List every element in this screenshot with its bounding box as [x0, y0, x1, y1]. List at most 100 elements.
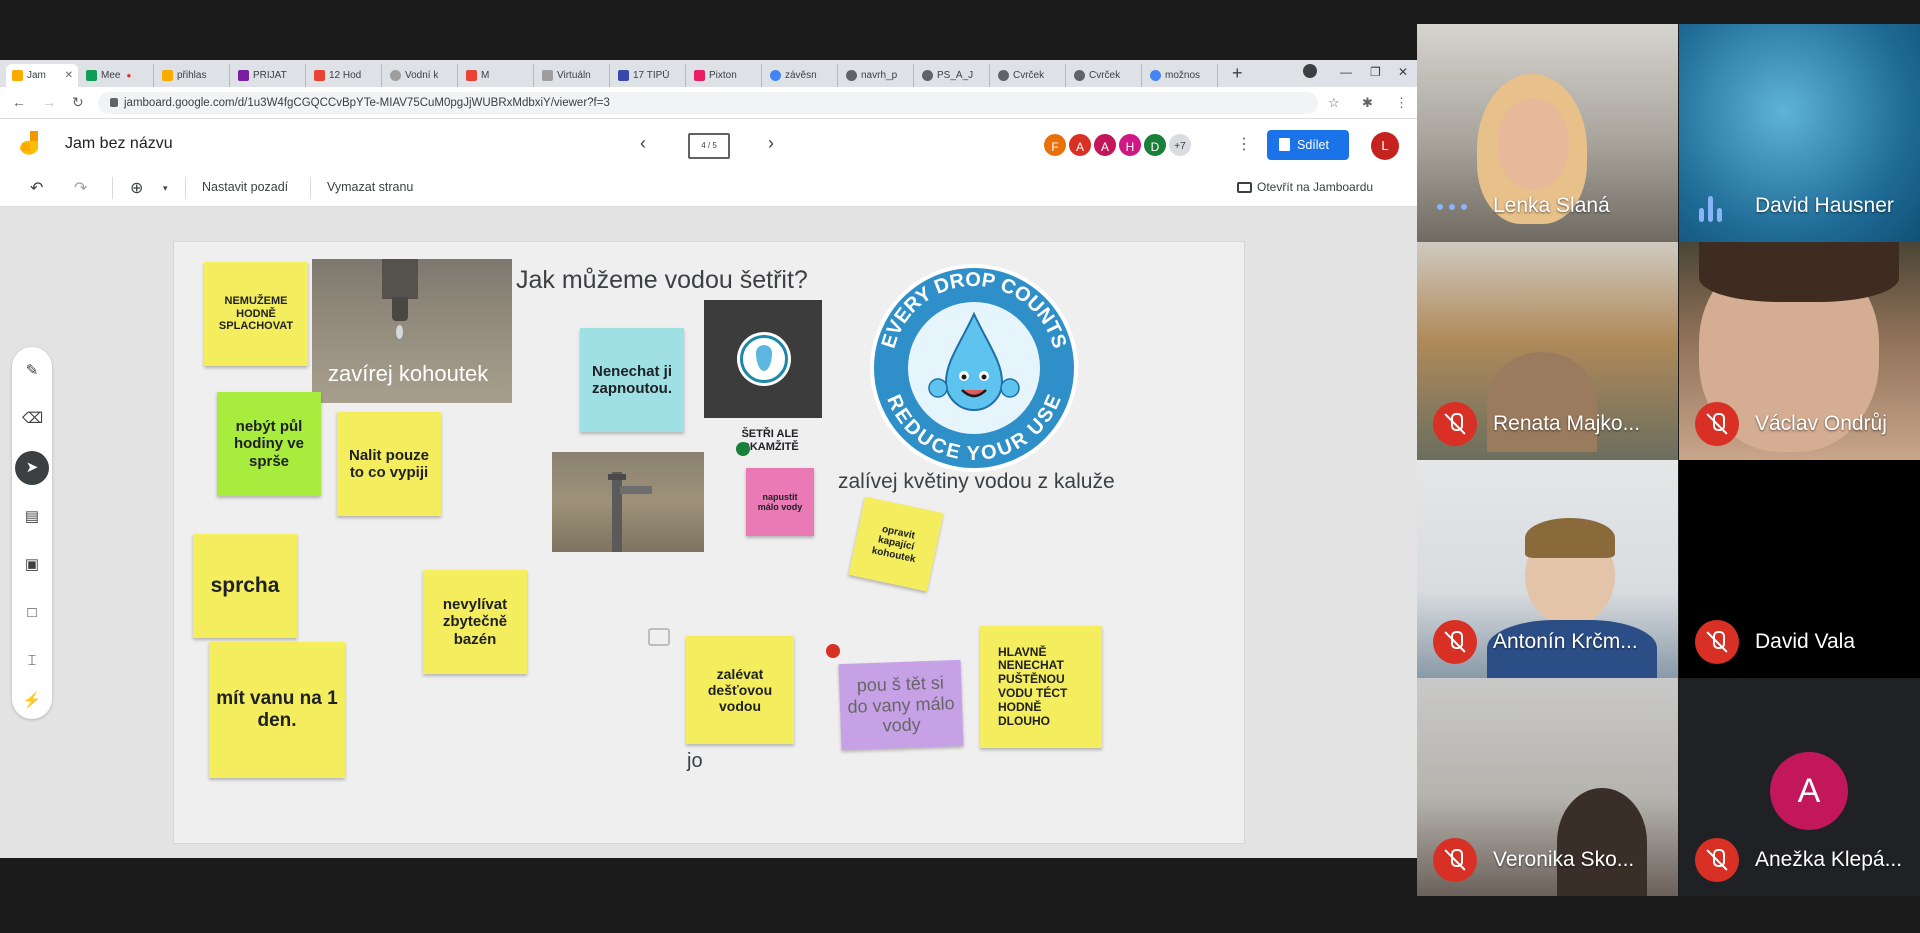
browser-tab[interactable]: 17 TIPŮ — [612, 64, 686, 87]
next-frame-chevron-icon[interactable]: › — [768, 133, 774, 154]
open-on-jamboard-button[interactable]: Otevřít na Jamboardu — [1237, 180, 1373, 194]
pen-icon[interactable]: ✎ — [22, 361, 42, 381]
text-box-icon[interactable]: ⌶ — [22, 651, 42, 671]
frame-indicator[interactable]: 4 / 5 — [688, 133, 730, 159]
sticky-note[interactable]: sprcha — [193, 534, 297, 638]
sticky-note[interactable]: zalévat dešťovou vodou — [686, 636, 794, 744]
monitor-icon — [1237, 182, 1252, 193]
sticky-note[interactable]: Nenechat ji zapnoutou. — [580, 328, 684, 432]
participant-tile[interactable]: Antonín Krčm... — [1417, 460, 1678, 678]
browser-tab[interactable]: přihlas — [156, 64, 230, 87]
minimize-icon[interactable]: — — [1340, 65, 1352, 79]
browser-tab[interactable]: Virtuáln — [536, 64, 610, 87]
browser-tab[interactable]: Cvrček — [992, 64, 1066, 87]
participant-name: Antonín Krčm... — [1493, 630, 1638, 653]
browser-tab[interactable]: Cvrček — [1068, 64, 1142, 87]
participant-tile[interactable]: Lenka Slaná — [1417, 24, 1678, 242]
participant-tile[interactable]: A Anežka Klepá... — [1679, 678, 1920, 896]
browser-tab[interactable]: PS_Á_J — [916, 64, 990, 87]
text-annotation[interactable]: zalívej květiny vodou z kaluže — [838, 470, 1115, 494]
participant-tile[interactable]: Václav Ondrůj — [1679, 242, 1920, 460]
forward-arrow-icon[interactable]: → — [42, 94, 56, 110]
sticky-note[interactable]: mít vanu na 1 den. — [209, 642, 345, 778]
url-field[interactable]: jamboard.google.com/d/1u3W4fgCGQCCvBpYTe… — [98, 92, 1318, 114]
comment-icon[interactable] — [648, 628, 670, 646]
favicon-icon — [162, 70, 173, 81]
dry-tap-photo[interactable] — [552, 452, 704, 552]
lock-icon — [110, 98, 118, 107]
avatar[interactable]: A — [1067, 132, 1093, 158]
avatar[interactable]: F — [1042, 132, 1068, 158]
browser-tab[interactable]: navrh_p — [840, 64, 914, 87]
sticky-note[interactable]: Nalit pouze to co vypiji — [337, 412, 441, 516]
shape-icon[interactable]: □ — [22, 603, 42, 623]
jamboard-header: Jam bez názvu ‹ 4 / 5 › F A A H D +7 ⋮ S… — [0, 119, 1417, 169]
close-window-icon[interactable]: ✕ — [1398, 65, 1408, 79]
browser-tab[interactable]: Pixton — [688, 64, 762, 87]
sticky-note[interactable]: NEMUŽEME HODNĚ SPLACHOVAT — [204, 262, 308, 366]
previous-frame-chevron-icon[interactable]: ‹ — [640, 133, 646, 154]
browser-tab[interactable]: PŘIJAT — [232, 64, 306, 87]
account-avatar[interactable]: L — [1371, 132, 1399, 160]
sticky-note[interactable]: HLAVNĚ NENECHAT PUŠTĚNOU VODU TÉCT HODNĚ… — [980, 626, 1102, 748]
close-tab-icon[interactable]: ✕ — [65, 70, 73, 81]
share-button[interactable]: Sdílet — [1267, 130, 1349, 160]
globe-favicon-icon — [846, 70, 857, 81]
avatar[interactable]: D — [1142, 132, 1168, 158]
sticky-note-icon[interactable]: ▤ — [22, 507, 42, 527]
eraser-icon[interactable]: ⌫ — [22, 409, 43, 429]
browser-tab[interactable]: možnos — [1144, 64, 1218, 87]
sticky-note[interactable]: nevylívat zbytečně bazén — [423, 570, 527, 674]
board-heading[interactable]: Jak můžeme vodou šetřit? — [516, 266, 808, 295]
undo-icon[interactable]: ↶ — [30, 178, 43, 198]
more-options-icon[interactable]: ⋮ — [1236, 134, 1252, 154]
browser-tab[interactable]: Vodní k — [384, 64, 458, 87]
bookmark-star-icon[interactable]: ☆ — [1328, 95, 1340, 111]
clear-page-button[interactable]: Vymazat stranu — [327, 180, 413, 194]
sticky-note[interactable]: napustit málo vody — [746, 468, 814, 536]
avatar[interactable]: A — [1092, 132, 1118, 158]
more-collaborators-badge[interactable]: +7 — [1167, 132, 1193, 158]
participant-tile[interactable]: Veronika Sko... — [1417, 678, 1678, 896]
faucet-photo[interactable]: zavírej kohoutek — [312, 259, 512, 403]
water-drop-image[interactable] — [704, 300, 822, 418]
restore-icon[interactable]: ❐ — [1370, 65, 1381, 79]
avatar[interactable]: H — [1117, 132, 1143, 158]
text-annotation[interactable]: jo — [687, 750, 703, 773]
faucet-caption: zavírej kohoutek — [328, 361, 489, 386]
select-cursor-icon[interactable]: ➤ — [15, 451, 49, 485]
profile-menu-icon[interactable] — [1303, 64, 1317, 78]
address-bar: ← → ↻ jamboard.google.com/d/1u3W4fgCGQCC… — [0, 87, 1417, 119]
new-tab-button[interactable]: + — [1232, 64, 1243, 82]
participant-hair — [1525, 518, 1615, 558]
jam-title[interactable]: Jam bez názvu — [65, 135, 173, 153]
extensions-puzzle-icon[interactable]: ✱ — [1362, 95, 1373, 111]
set-background-button[interactable]: Nastavit pozadí — [202, 180, 288, 194]
jamboard-logo-icon[interactable] — [20, 131, 42, 159]
back-arrow-icon[interactable]: ← — [12, 94, 26, 110]
sticky-note[interactable]: nebýt půl hodiny ve sprše — [217, 392, 321, 496]
reload-icon[interactable]: ↻ — [72, 94, 84, 111]
sticky-note[interactable]: pou š tět si do vany málo vody — [838, 659, 964, 751]
participant-tile[interactable]: David Vala — [1679, 460, 1920, 678]
add-image-icon[interactable]: ▣ — [22, 555, 42, 575]
every-drop-counts-badge[interactable]: EVERY DROP COUNTS REDUCE YOUR USE — [868, 262, 1080, 474]
participant-tile[interactable]: David Hausner — [1679, 24, 1920, 242]
favicon-icon — [618, 70, 629, 81]
laser-icon[interactable]: ⚡ — [22, 691, 42, 711]
pixton-favicon-icon — [694, 70, 705, 81]
sticky-note[interactable]: opravit kapající kohoutek — [848, 496, 944, 592]
browser-tab-jamboard[interactable]: Jam ✕ — [6, 64, 78, 87]
browser-tab[interactable]: M — [460, 64, 534, 87]
speaking-indicator-icon — [1433, 200, 1477, 214]
browser-tab[interactable]: Mee ● — [80, 64, 154, 87]
browser-menu-icon[interactable]: ⋮ — [1395, 95, 1408, 111]
browser-tab[interactable]: 12 Hod — [308, 64, 382, 87]
drawing-tools: ✎ ⌫ ➤ ▤ ▣ □ ⌶ ⚡ — [12, 347, 52, 719]
browser-tab[interactable]: závěsn — [764, 64, 838, 87]
zoom-icon[interactable]: ⊕ — [130, 178, 143, 198]
redo-icon[interactable]: ↷ — [74, 178, 87, 198]
tap-handle — [608, 474, 626, 480]
zoom-dropdown-chevron-icon[interactable]: ▾ — [163, 183, 168, 194]
participant-tile[interactable]: Renata Majko... — [1417, 242, 1678, 460]
